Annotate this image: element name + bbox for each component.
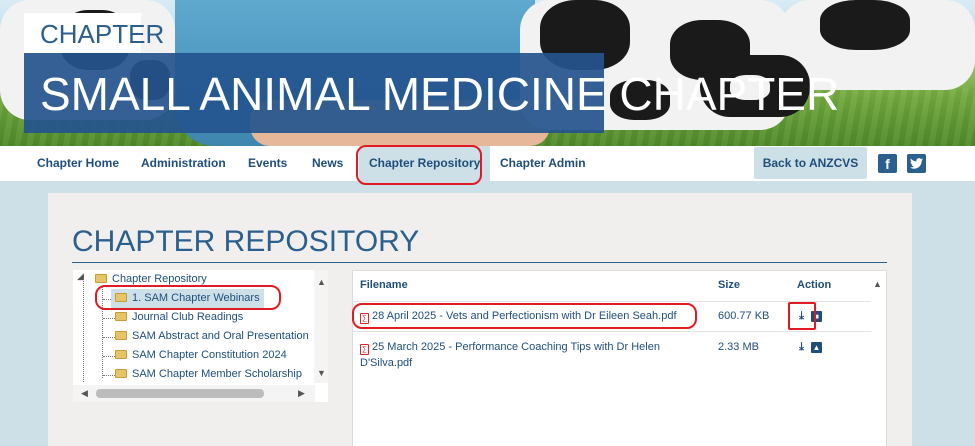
column-action: Action — [797, 279, 832, 291]
file-name-continued: D'Silva.pdf — [360, 357, 413, 369]
table-divider — [353, 331, 871, 332]
table-divider — [353, 301, 871, 302]
tree-item-label: SAM Chapter Constitution 2024 — [132, 349, 287, 361]
tree-root[interactable]: Chapter Repository — [95, 270, 207, 289]
file-name: 28 April 2025 - Vets and Perfectionism w… — [372, 310, 677, 322]
tree-line — [103, 337, 115, 338]
page-title: SMALL ANIMAL MEDICINE CHAPTER — [24, 53, 839, 133]
tree-horizontal-scroll-thumb[interactable] — [96, 389, 264, 398]
column-filename[interactable]: Filename — [360, 279, 408, 291]
tree-scroll-left-icon[interactable]: ◀ — [81, 388, 88, 399]
file-link-row-2[interactable]: ∑ 25 March 2025 - Performance Coaching Ti… — [360, 339, 660, 371]
tree-item-scholarship[interactable]: SAM Chapter Member Scholarship — [115, 365, 302, 384]
folder-icon — [95, 274, 107, 283]
folder-tree: ◢ Chapter Repository 1. SAM Chapter Webi… — [73, 270, 328, 402]
tree-item-label: SAM Abstract and Oral Presentation — [132, 330, 309, 342]
download-icon[interactable]: ⤓ — [796, 311, 807, 322]
pdf-icon: ∑ — [360, 313, 369, 324]
folder-icon — [115, 293, 127, 302]
file-scroll-up-icon[interactable]: ▲ — [873, 279, 882, 289]
tree-line — [103, 356, 115, 357]
file-size: 2.33 MB — [718, 341, 759, 353]
tree-root-label: Chapter Repository — [112, 273, 207, 285]
nav-chapter-admin[interactable]: Chapter Admin — [500, 146, 586, 181]
file-link-row-1[interactable]: ∑ 28 April 2025 - Vets and Perfectionism … — [360, 308, 677, 324]
back-to-anzcvs-button[interactable]: Back to ANZCVS — [754, 147, 867, 179]
tree-scroll-down-icon[interactable]: ▼ — [317, 368, 326, 378]
tree-item-journal-club[interactable]: Journal Club Readings — [115, 308, 243, 327]
tree-item-abstract[interactable]: SAM Abstract and Oral Presentation — [115, 327, 309, 346]
file-name: 25 March 2025 - Performance Coaching Tip… — [372, 341, 660, 353]
folder-icon — [115, 369, 127, 378]
folder-icon — [115, 331, 127, 340]
tree-item-webinars[interactable]: 1. SAM Chapter Webinars — [111, 289, 264, 308]
nav-chapter-home[interactable]: Chapter Home — [37, 146, 119, 181]
heading-divider — [72, 262, 887, 263]
file-size: 600.77 KB — [718, 310, 770, 322]
chapter-tag: CHAPTER — [24, 13, 164, 53]
twitter-icon[interactable] — [907, 154, 926, 173]
preview-icon[interactable]: ■ — [811, 311, 822, 322]
nav-news[interactable]: News — [312, 146, 343, 181]
tree-collapse-icon[interactable]: ◢ — [77, 271, 84, 282]
pdf-icon: ∑ — [360, 344, 369, 355]
file-table-scrollbar[interactable] — [870, 271, 886, 446]
tree-item-label: SAM Chapter Member Scholarship — [132, 368, 302, 380]
repository-heading: CHAPTER REPOSITORY — [72, 225, 420, 258]
tree-item-label: Journal Club Readings — [132, 311, 244, 323]
header-banner: CHAPTER SMALL ANIMAL MEDICINE CHAPTER — [0, 0, 975, 146]
tree-scroll-right-icon[interactable]: ▶ — [298, 388, 305, 399]
nav-chapter-repository[interactable]: Chapter Repository — [359, 146, 491, 181]
column-size[interactable]: Size — [718, 279, 740, 291]
preview-icon[interactable]: ▲ — [811, 342, 822, 353]
download-icon[interactable]: ⤓ — [796, 342, 807, 353]
folder-icon — [115, 350, 127, 359]
tree-item-label: 1. SAM Chapter Webinars — [132, 292, 260, 304]
folder-icon — [115, 312, 127, 321]
nav-events[interactable]: Events — [248, 146, 287, 181]
facebook-icon[interactable]: f — [878, 154, 897, 173]
tree-scroll-up-icon[interactable]: ▲ — [317, 277, 326, 287]
tree-line — [83, 276, 84, 382]
tree-line — [103, 318, 115, 319]
tree-item-constitution[interactable]: SAM Chapter Constitution 2024 — [115, 346, 287, 365]
tree-line — [103, 375, 115, 376]
nav-administration[interactable]: Administration — [141, 146, 226, 181]
